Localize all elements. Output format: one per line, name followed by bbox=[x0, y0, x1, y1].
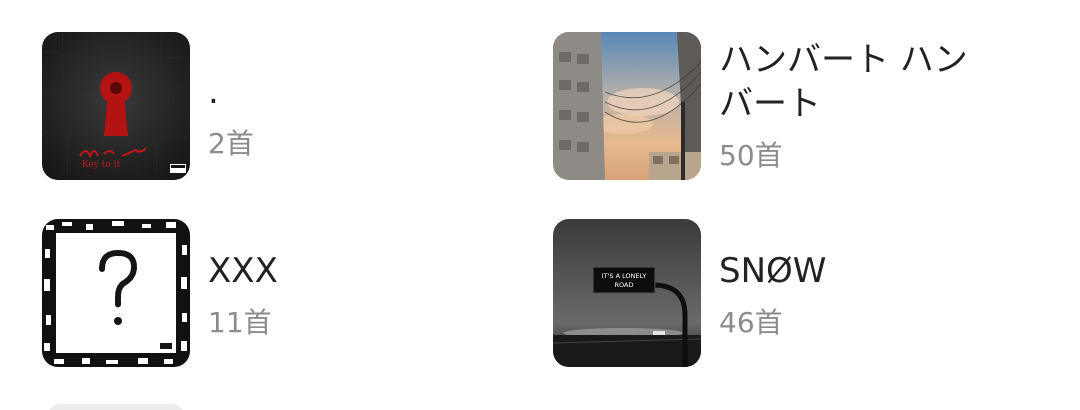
album-card[interactable]: XXX 11首 bbox=[42, 219, 502, 367]
album-track-count: 50首 bbox=[719, 139, 783, 172]
album-title: ハンバート ハンバート bbox=[719, 40, 968, 124]
lonely-road-sign-icon: IT'S A LONELY ROAD bbox=[553, 219, 701, 367]
svg-text:IT'S A LONELY: IT'S A LONELY bbox=[602, 272, 647, 280]
svg-text:Key to it: Key to it bbox=[82, 160, 121, 170]
city-sky-icon bbox=[553, 32, 701, 180]
album-track-count: 2首 bbox=[208, 127, 254, 160]
album-cover: Key to it bbox=[42, 32, 190, 180]
album-title: XXX bbox=[208, 251, 278, 291]
question-mark-art-icon bbox=[42, 219, 190, 367]
album-card[interactable]: ハンバート ハンバート 50首 bbox=[553, 32, 1033, 180]
album-title: . bbox=[208, 72, 219, 112]
album-info: ハンバート ハンバート 50首 bbox=[719, 38, 989, 174]
album-info: . 2首 bbox=[208, 70, 478, 162]
album-title: SNØW bbox=[719, 251, 827, 291]
album-track-count: 46首 bbox=[719, 306, 783, 339]
next-album-cover-peek bbox=[48, 404, 184, 410]
album-info: SNØW 46首 bbox=[719, 249, 989, 341]
svg-text:ROAD: ROAD bbox=[615, 281, 634, 289]
album-info: XXX 11首 bbox=[208, 249, 478, 341]
album-card[interactable]: Key to it . 2首 bbox=[42, 32, 502, 180]
album-cover bbox=[553, 32, 701, 180]
album-cover: IT'S A LONELY ROAD bbox=[553, 219, 701, 367]
album-card[interactable]: IT'S A LONELY ROAD SNØW 46首 bbox=[553, 219, 1033, 367]
keyhole-art-icon: Key to it bbox=[42, 32, 190, 180]
album-cover bbox=[42, 219, 190, 367]
album-track-count: 11首 bbox=[208, 306, 272, 339]
album-grid: Key to it . 2首 ハンバート ハンバート 50首 XXX 11首 I… bbox=[0, 0, 1080, 410]
